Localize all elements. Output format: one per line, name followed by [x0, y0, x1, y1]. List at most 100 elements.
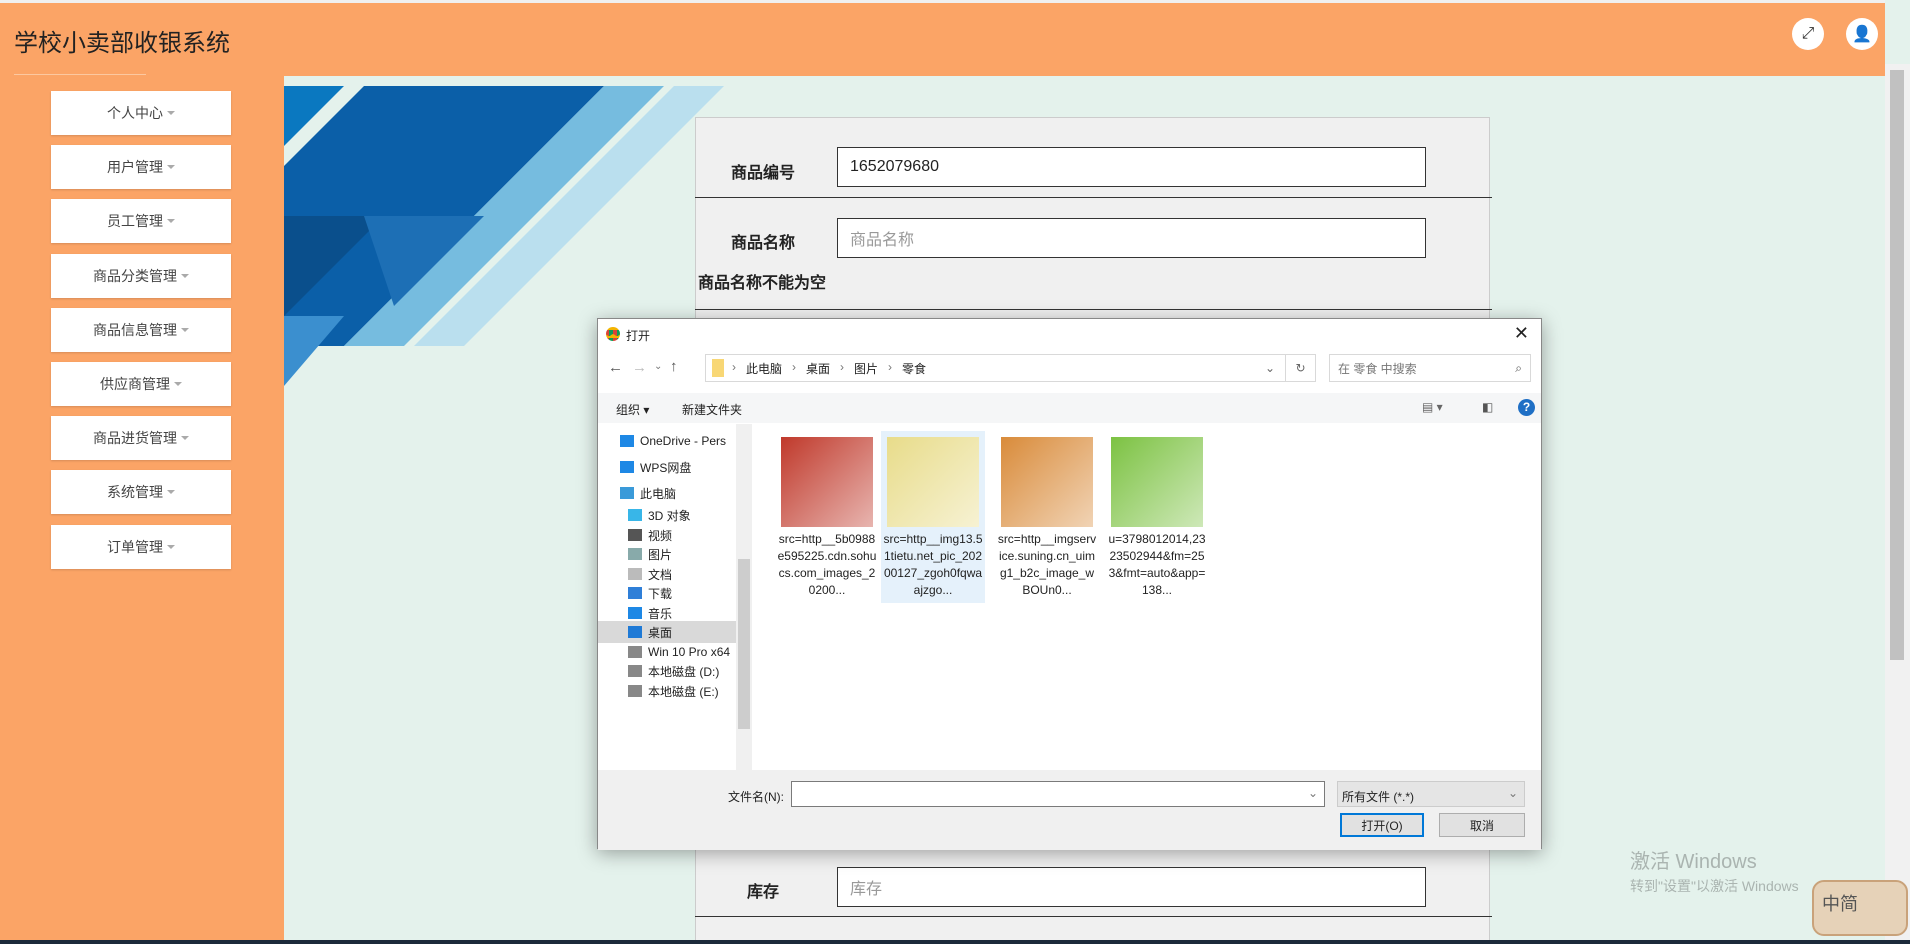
view-options-icon[interactable]: ▤ ▾: [1422, 400, 1443, 414]
file-thumbnail: [1111, 437, 1203, 527]
chevron-down-icon[interactable]: ⌄: [1255, 361, 1285, 375]
file-item[interactable]: u=3798012014,2323502944&fm=253&fmt=auto&…: [1105, 431, 1209, 603]
user-button[interactable]: 👤: [1846, 18, 1878, 50]
sidebar-item[interactable]: 订单管理: [51, 524, 231, 569]
divider: [695, 197, 1492, 198]
file-item[interactable]: src=http__img13.51tietu.net_pic_20200127…: [881, 431, 985, 603]
nav-scrollbar-thumb[interactable]: [738, 559, 750, 729]
user-icon: 👤: [1852, 26, 1872, 43]
header: 学校小卖部收银系统: [0, 0, 1885, 76]
drive-icon: [628, 685, 642, 697]
nav-item[interactable]: OneDrive - Pers: [620, 430, 736, 452]
cube-icon: [628, 509, 642, 521]
filename-label: 文件名(N):: [728, 790, 784, 804]
nav-item[interactable]: 桌面: [598, 621, 736, 643]
new-folder-button[interactable]: 新建文件夹: [682, 401, 742, 418]
nav-item-label: 3D 对象: [648, 508, 691, 523]
help-icon[interactable]: ?: [1518, 399, 1535, 416]
cancel-button[interactable]: 取消: [1439, 813, 1525, 837]
forward-icon[interactable]: →: [632, 359, 647, 376]
search-icon: ⌕: [1515, 360, 1522, 375]
open-button[interactable]: 打开(O): [1340, 813, 1424, 837]
up-icon[interactable]: ↑: [670, 358, 678, 375]
sidebar-item[interactable]: 用户管理: [51, 145, 231, 190]
taskbar-edge: [0, 940, 1910, 944]
dialog-title: 打开: [626, 329, 651, 343]
sidebar-item-label: 用户管理: [107, 159, 163, 176]
name-error: 商品名称不能为空: [698, 275, 827, 292]
nav-item[interactable]: 图片: [628, 543, 736, 565]
download-icon: [628, 587, 642, 599]
sidebar-item-label: 供应商管理: [100, 376, 170, 392]
nav-item-label: 此电脑: [640, 486, 677, 501]
cloud-icon: [620, 461, 634, 473]
file-name: src=http__imgservice.suning.cn_uimg1_b2c…: [997, 532, 1097, 597]
nav-item-label: 音乐: [648, 606, 673, 621]
nav-item[interactable]: WPS网盘: [620, 456, 736, 478]
chrome-icon: [606, 327, 620, 341]
code-input[interactable]: 1652079680: [837, 147, 1426, 187]
chevron-right-icon: ›: [792, 359, 797, 374]
sidebar-item[interactable]: 供应商管理: [51, 362, 231, 406]
address-bar[interactable]: › 此电脑 › 桌面 › 图片 › 零食 ⌄ ↻: [705, 354, 1316, 382]
dialog-toolbar: 组织 ▾ 新建文件夹 ▤ ▾ ◧ ?: [598, 393, 1541, 423]
stock-label: 库存: [747, 884, 780, 901]
breadcrumb-item[interactable]: 零食: [902, 360, 926, 377]
filetype-select[interactable]: 所有文件 (*.*) ⌄: [1337, 781, 1525, 807]
name-input[interactable]: 商品名称: [837, 218, 1426, 258]
sidebar-item-label: 商品进货管理: [93, 430, 177, 447]
filename-input[interactable]: ⌄: [791, 781, 1325, 807]
caret-down-icon: [167, 165, 175, 170]
nav-item-label: Win 10 Pro x64: [648, 645, 731, 659]
organize-button[interactable]: 组织 ▾: [616, 401, 649, 418]
nav-scrollbar[interactable]: [736, 424, 752, 770]
stock-input[interactable]: 库存: [837, 867, 1426, 907]
breadcrumb-item[interactable]: 图片: [854, 360, 878, 377]
breadcrumb-item[interactable]: 桌面: [806, 360, 830, 377]
sidebar-item[interactable]: 商品进货管理: [51, 416, 231, 461]
drive-icon: [628, 665, 642, 677]
file-item[interactable]: src=http__imgservice.suning.cn_uimg1_b2c…: [995, 431, 1099, 603]
nav-item[interactable]: 本地磁盘 (E:): [628, 680, 736, 702]
nav-item[interactable]: 3D 对象: [628, 504, 736, 526]
refresh-icon[interactable]: ↻: [1285, 355, 1315, 381]
desktop-icon: [628, 626, 642, 638]
divider: [695, 309, 1492, 310]
breadcrumb-item[interactable]: 此电脑: [746, 360, 782, 377]
nav-item[interactable]: 下载: [628, 582, 736, 604]
caret-down-icon: [167, 544, 175, 549]
sidebar-item[interactable]: 员工管理: [51, 199, 231, 244]
divider: [14, 74, 146, 75]
chevron-down-icon[interactable]: ⌄: [1308, 786, 1318, 800]
scrollbar-thumb[interactable]: [1890, 70, 1904, 660]
ime-badge[interactable]: 中简: [1812, 880, 1908, 936]
sidebar-item[interactable]: 商品分类管理: [51, 253, 231, 298]
file-item[interactable]: src=http__5b0988e595225.cdn.sohucs.com_i…: [775, 431, 879, 603]
caret-down-icon: [174, 382, 182, 386]
dialog-footer: 文件名(N): ⌄ 所有文件 (*.*) ⌄ 打开(O) 取消: [598, 770, 1541, 850]
nav-item[interactable]: 此电脑: [620, 482, 736, 504]
recent-dropdown-icon[interactable]: ⌄: [654, 361, 662, 372]
expand-icon: ⤢: [1801, 25, 1815, 42]
fullscreen-button[interactable]: ⤢: [1792, 18, 1824, 50]
sidebar-item[interactable]: 系统管理: [51, 470, 231, 515]
divider: [695, 916, 1492, 917]
search-input[interactable]: 在 零食 中搜索 ⌕: [1329, 354, 1531, 382]
file-thumbnail: [1001, 437, 1093, 527]
nav-item[interactable]: 本地磁盘 (D:): [628, 660, 736, 682]
sidebar-item[interactable]: 个人中心: [51, 91, 231, 135]
nav-item-label: OneDrive - Pers: [640, 434, 727, 448]
preview-pane-icon[interactable]: ◧: [1482, 400, 1493, 414]
close-icon[interactable]: ✕: [1514, 323, 1529, 344]
open-file-dialog: 打开 ✕ ← → ⌄ ↑ › 此电脑 › 桌面 › 图片 › 零食 ⌄ ↻ 在 零食 中搜索 ⌕…: [597, 318, 1542, 850]
sidebar-item[interactable]: 商品信息管理: [51, 307, 231, 352]
document-icon: [628, 568, 642, 580]
windows-watermark: 激活 Windows 转到"设置"以激活 Windows: [1630, 845, 1799, 896]
drive-icon: [628, 646, 642, 658]
name-label: 商品名称: [731, 235, 796, 252]
sidebar-item-label: 商品信息管理: [93, 321, 177, 338]
code-label: 商品编号: [731, 165, 796, 182]
picture-icon: [628, 548, 642, 560]
back-icon[interactable]: ←: [608, 359, 623, 376]
nav-item-label: 文档: [648, 567, 673, 582]
